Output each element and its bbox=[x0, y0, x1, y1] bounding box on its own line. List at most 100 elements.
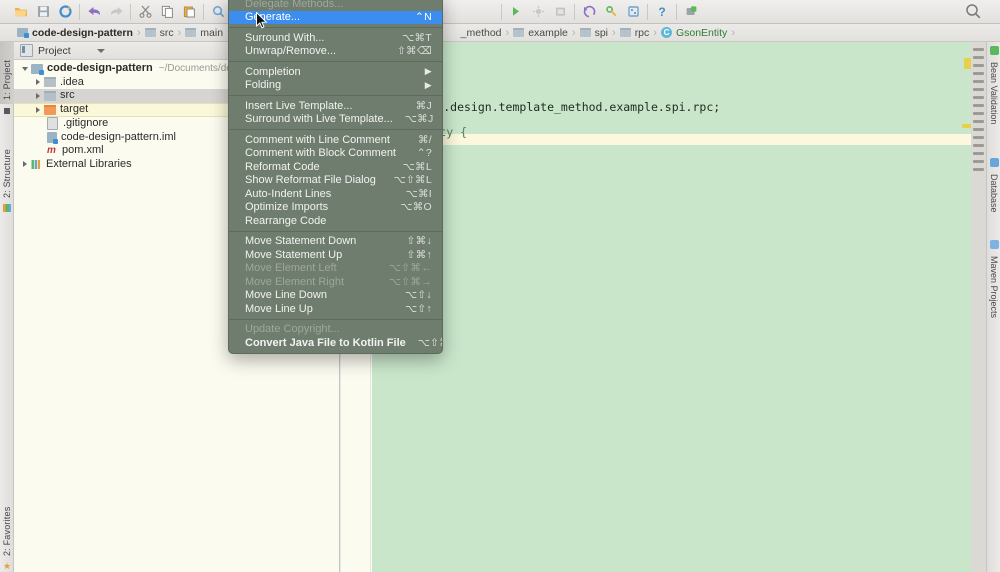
chevron-right-icon[interactable] bbox=[33, 104, 44, 115]
menu-item-optimize-imports[interactable]: Optimize Imports⌥⌘O bbox=[229, 201, 442, 215]
menu-item-move-statement-up[interactable]: Move Statement Up⇧⌘↑ bbox=[229, 248, 442, 262]
breadcrumb-item-example[interactable]: example bbox=[510, 24, 571, 42]
project-icon bbox=[4, 108, 10, 114]
menu-item-rearrange-code[interactable]: Rearrange Code bbox=[229, 214, 442, 228]
undo-icon[interactable] bbox=[83, 1, 105, 23]
breadcrumb-label: _method bbox=[461, 27, 502, 39]
menu-item-shortcut: ⌥⌘I bbox=[406, 188, 432, 200]
sidebar-item-database[interactable]: Database bbox=[987, 170, 1000, 232]
menu-item-move-statement-down[interactable]: Move Statement Down⇧⌘↓ bbox=[229, 235, 442, 249]
toolbar-group-run bbox=[505, 0, 571, 24]
breadcrumb-item-rpc[interactable]: rpc bbox=[617, 24, 653, 42]
tool-tab-label: 1: Project bbox=[2, 60, 12, 100]
menu-item-shortcut: ⌥⇧⌘← bbox=[389, 262, 432, 274]
revert-icon[interactable] bbox=[578, 1, 600, 23]
run-icon[interactable] bbox=[505, 1, 527, 23]
project-structure-icon[interactable] bbox=[680, 1, 702, 23]
sidebar-item-maven-projects[interactable]: Maven Projects bbox=[987, 252, 1000, 340]
breadcrumb-label: main bbox=[200, 27, 223, 39]
chevron-down-icon[interactable] bbox=[97, 49, 105, 53]
menu-item-label: Convert Java File to Kotlin File bbox=[245, 337, 406, 349]
menu-item-label: Reformat Code bbox=[245, 161, 391, 173]
menu-item-completion[interactable]: Completion▶ bbox=[229, 65, 442, 79]
breadcrumb-item-class[interactable]: C GsonEntity bbox=[658, 24, 730, 42]
debug-icon[interactable] bbox=[527, 1, 549, 23]
menu-item-surround-with-live-template[interactable]: Surround with Live Template...⌥⌘J bbox=[229, 113, 442, 127]
editor-text-area[interactable]: lianggzone.design.template_method.exampl… bbox=[372, 42, 986, 572]
maven-icon bbox=[990, 240, 999, 249]
search-everywhere-icon[interactable] bbox=[964, 2, 984, 22]
menu-item-shortcut: ⌥⌘L bbox=[403, 161, 432, 173]
editor-context-menu[interactable]: Delegate Methods...Generate...⌃NSurround… bbox=[228, 0, 443, 354]
breadcrumb-item-spi[interactable]: spi bbox=[577, 24, 611, 42]
tree-node-label: target bbox=[60, 103, 88, 116]
menu-item-label: Folding bbox=[245, 79, 413, 91]
menu-item-move-line-up[interactable]: Move Line Up⌥⇧↑ bbox=[229, 302, 442, 316]
sidebar-item-structure[interactable]: 2: Structure bbox=[0, 126, 14, 202]
toolbar-separator bbox=[574, 4, 575, 20]
sidebar-item-bean-validation[interactable]: Bean Validation bbox=[987, 58, 1000, 150]
coverage-icon[interactable] bbox=[549, 1, 571, 23]
right-tool-window-bar: Bean Validation Database Maven Projects bbox=[986, 42, 1000, 572]
menu-item-shortcut: ⇧⌘⌫ bbox=[397, 45, 432, 57]
sidebar-item-project[interactable]: 1: Project bbox=[0, 42, 14, 104]
menu-item-comment-with-line-comment[interactable]: Comment with Line Comment⌘/ bbox=[229, 133, 442, 147]
help-icon[interactable]: ? bbox=[651, 1, 673, 23]
toolbar-separator bbox=[203, 4, 204, 20]
menu-item-label: Surround With... bbox=[245, 32, 390, 44]
chevron-right-icon[interactable] bbox=[33, 90, 44, 101]
commit-icon[interactable] bbox=[622, 1, 644, 23]
tool-tab-label: 2: Structure bbox=[2, 149, 12, 198]
menu-item-label: Rearrange Code bbox=[245, 215, 420, 227]
open-icon[interactable] bbox=[10, 1, 32, 23]
tree-node-label: External Libraries bbox=[46, 158, 132, 171]
menu-item-label: Surround with Live Template... bbox=[245, 113, 393, 125]
menu-item-insert-live-template[interactable]: Insert Live Template...⌘J bbox=[229, 99, 442, 113]
menu-item-shortcut: ⌥⇧↑ bbox=[405, 303, 432, 315]
chevron-right-icon[interactable] bbox=[20, 159, 31, 170]
breadcrumb-label: example bbox=[528, 27, 568, 39]
menu-item-convert-java-to-kotlin[interactable]: Convert Java File to Kotlin File⌥⇧⌘K bbox=[229, 336, 442, 350]
toolbar-separator bbox=[130, 4, 131, 20]
sync-icon[interactable] bbox=[54, 1, 76, 23]
sidebar-item-favorites[interactable]: 2: Favorites bbox=[0, 482, 14, 560]
menu-item-label: Update Copyright... bbox=[245, 323, 420, 335]
menu-item-reformat-code[interactable]: Reformat Code ⌥⌘L bbox=[229, 160, 442, 174]
menu-item-shortcut: ⇧⌘↑ bbox=[407, 249, 432, 261]
tree-node-label: pom.xml bbox=[62, 144, 104, 157]
menu-item-surround-with[interactable]: Surround With...⌥⌘T bbox=[229, 31, 442, 45]
menu-item-show-reformat-file-dialog[interactable]: Show Reformat File Dialog⌥⇧⌘L bbox=[229, 174, 442, 188]
cut-icon[interactable] bbox=[134, 1, 156, 23]
menu-item-move-line-down[interactable]: Move Line Down⌥⇧↓ bbox=[229, 289, 442, 303]
paste-icon[interactable] bbox=[178, 1, 200, 23]
menu-item-delegate-methods: Delegate Methods... bbox=[229, 0, 442, 11]
tree-node-label: src bbox=[60, 89, 75, 102]
menu-item-unwrap-remove[interactable]: Unwrap/Remove...⇧⌘⌫ bbox=[229, 45, 442, 59]
editor-marker-gutter[interactable] bbox=[971, 42, 986, 572]
menu-item-comment-with-block-comment[interactable]: Comment with Block Comment⌃? bbox=[229, 147, 442, 161]
redo-icon[interactable] bbox=[105, 1, 127, 23]
breadcrumb-item-method[interactable]: _method bbox=[458, 24, 505, 42]
submenu-arrow-icon: ▶ bbox=[425, 80, 432, 91]
menu-item-update-copyright: Update Copyright... bbox=[229, 323, 442, 337]
breadcrumb-label: rpc bbox=[635, 27, 650, 39]
menu-separator bbox=[229, 61, 442, 62]
database-icon bbox=[990, 158, 999, 167]
save-all-icon[interactable] bbox=[32, 1, 54, 23]
breadcrumb-item-src[interactable]: src bbox=[142, 24, 177, 42]
chevron-down-icon[interactable] bbox=[20, 63, 31, 74]
folder-icon bbox=[44, 91, 56, 101]
update-project-icon[interactable] bbox=[600, 1, 622, 23]
menu-item-folding[interactable]: Folding ▶ bbox=[229, 79, 442, 93]
chevron-right-icon[interactable] bbox=[33, 77, 44, 88]
find-icon[interactable] bbox=[207, 1, 229, 23]
breadcrumb-item-module[interactable]: code-design-pattern bbox=[14, 24, 136, 42]
folder-icon bbox=[513, 28, 524, 37]
maven-file-icon: m bbox=[47, 145, 58, 156]
copy-icon[interactable] bbox=[156, 1, 178, 23]
tree-node-label: code-design-pattern bbox=[47, 62, 153, 75]
breadcrumb-item-main[interactable]: main bbox=[182, 24, 226, 42]
menu-item-auto-indent-lines[interactable]: Auto-Indent Lines⌥⌘I bbox=[229, 187, 442, 201]
menu-item-shortcut: ⌥⌘O bbox=[400, 201, 432, 213]
menu-separator bbox=[229, 129, 442, 130]
